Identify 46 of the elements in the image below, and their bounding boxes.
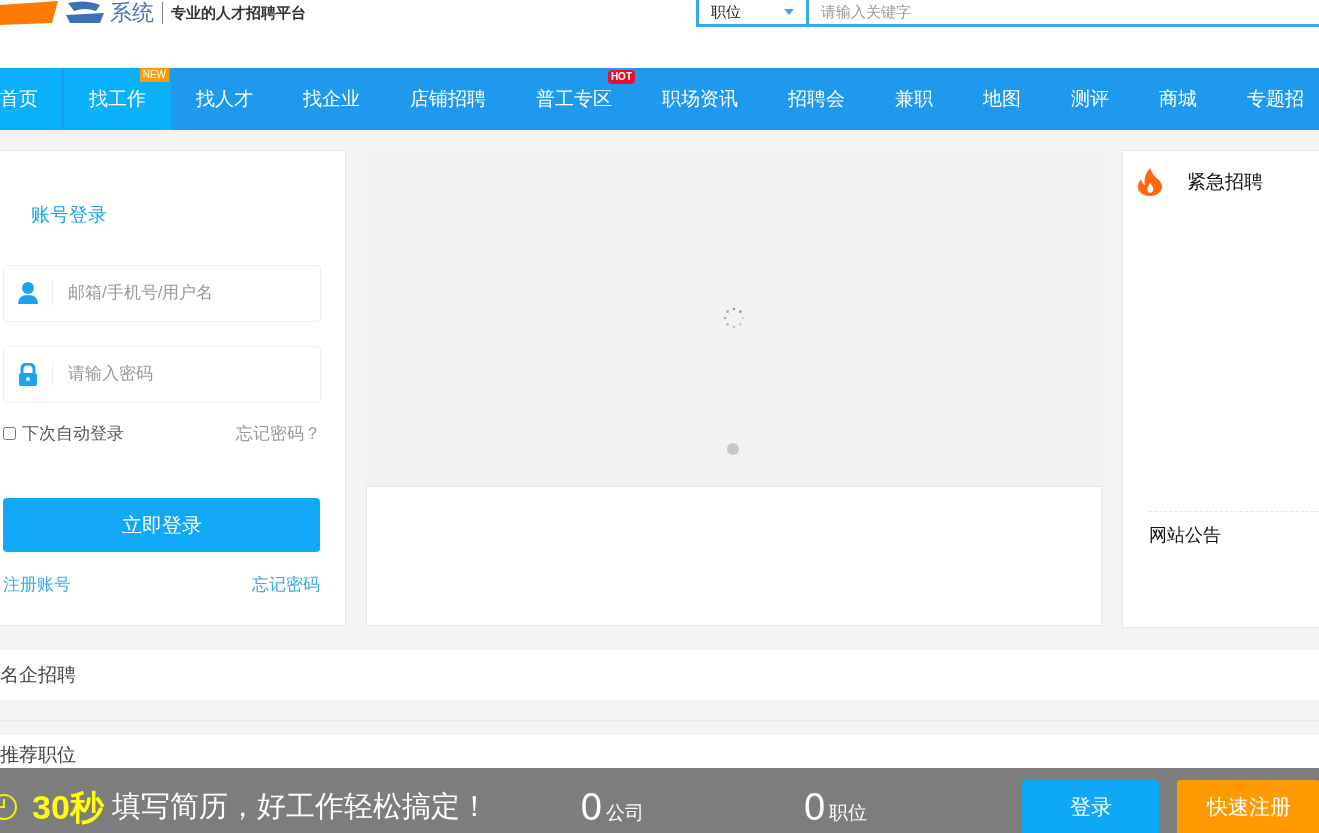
user-icon (18, 281, 38, 304)
flame-icon (1137, 168, 1163, 197)
bottom-login-button[interactable]: 登录 (1022, 780, 1159, 833)
stat-label: 职位 (829, 800, 868, 825)
forgot-password-hint[interactable]: 忘记密码？ (236, 420, 321, 446)
lock-icon (18, 362, 38, 386)
password-field[interactable]: 请输入密码 (3, 345, 321, 403)
nav-item[interactable]: 地图 (958, 84, 1046, 130)
logo-text: 系统 (110, 2, 154, 24)
loading-spinner-icon (722, 306, 746, 330)
auto-login-checkbox[interactable] (3, 426, 16, 440)
category-dropdown[interactable]: 职位 (699, 0, 809, 24)
stat-label: 公司 (605, 800, 644, 825)
stat-value: 0 (803, 787, 826, 827)
nav-item[interactable]: 职场资讯 (637, 84, 763, 130)
section-title: 名企招聘 (0, 662, 76, 687)
login-title[interactable]: 账号登录 (31, 201, 342, 230)
username-field[interactable]: 邮箱/手机号/用户名 (3, 264, 321, 322)
promo-text: 填写简历，好工作轻松搞定！ (111, 789, 489, 825)
login-button[interactable]: 立即登录 (3, 498, 320, 552)
auto-login-label: 下次自动登录 (22, 422, 124, 445)
caret-icon (784, 9, 794, 15)
stat-value: 0 (580, 787, 602, 827)
slogan: 专业的人才招聘平台 (171, 2, 306, 23)
promo-highlight: 30秒 (32, 786, 104, 828)
logo-icon (0, 1, 106, 25)
search-field[interactable]: 请输入关键字 (809, 0, 1319, 24)
nav-item[interactable]: 首页 (0, 84, 62, 130)
hot-badge: HOT (607, 70, 635, 84)
section-title: 推荐职位 (0, 743, 76, 767)
nav-item[interactable]: 店铺招聘 (385, 84, 511, 130)
notice-title: 网站公告 (1149, 525, 1221, 545)
nav-item[interactable]: 商城 (1134, 84, 1222, 130)
nav-item[interactable]: 测评 (1046, 84, 1134, 130)
nav-item[interactable]: 找工作 (64, 84, 171, 130)
nav-item[interactable]: 招聘会 (763, 84, 870, 130)
nav-item[interactable]: 找企业 (278, 84, 385, 130)
nav-item[interactable]: 普工专区 (511, 84, 637, 130)
register-link[interactable]: 注册账号 (3, 572, 71, 598)
quick-register-button[interactable]: 快速注册 (1177, 780, 1319, 833)
nav-item[interactable]: 兼职 (870, 84, 958, 130)
forgot-password-link[interactable]: 忘记密码 (252, 572, 320, 598)
nav-item[interactable]: 找人才 (171, 84, 278, 130)
urgent-title: 紧急招聘 (1187, 170, 1263, 194)
new-badge: NEW (139, 68, 169, 82)
nav-item[interactable]: 专题招 (1222, 84, 1304, 130)
